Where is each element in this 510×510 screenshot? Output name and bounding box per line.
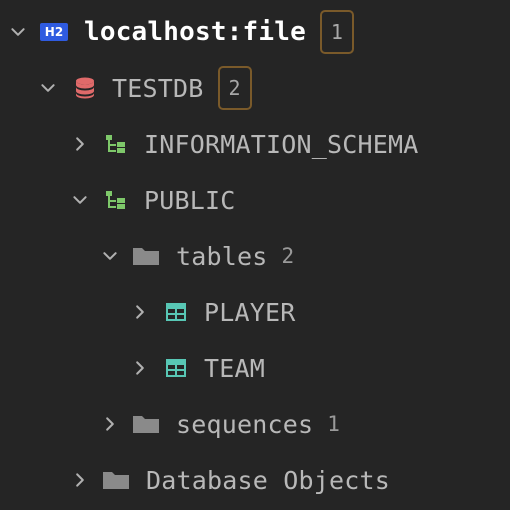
tree-item-connection[interactable]: H2 localhost:file 1	[0, 4, 510, 60]
folder-icon	[132, 244, 160, 268]
connection-label: localhost:file	[84, 17, 306, 47]
schema-icon	[104, 188, 128, 212]
folder-icon	[132, 412, 160, 436]
folder-icon	[102, 468, 130, 492]
chevron-down-icon[interactable]	[70, 190, 90, 210]
tree-item-sequences-folder[interactable]: sequences 1	[0, 396, 510, 452]
tree-item-schema[interactable]: PUBLIC	[0, 172, 510, 228]
folder-label: tables	[176, 241, 268, 271]
folder-count: 1	[327, 412, 340, 436]
connection-badge: 1	[319, 10, 354, 54]
database-badge: 2	[217, 66, 252, 110]
table-icon	[164, 300, 188, 324]
tree-item-table[interactable]: TEAM	[0, 340, 510, 396]
chevron-down-icon[interactable]	[38, 78, 58, 98]
table-label: PLAYER	[204, 297, 296, 327]
chevron-right-icon[interactable]	[70, 134, 90, 154]
chevron-right-icon[interactable]	[130, 302, 150, 322]
tree-item-table[interactable]: PLAYER	[0, 284, 510, 340]
folder-label: sequences	[176, 409, 314, 439]
chevron-right-icon[interactable]	[130, 358, 150, 378]
schema-icon	[104, 132, 128, 156]
chevron-right-icon[interactable]	[100, 414, 120, 434]
chevron-down-icon[interactable]	[100, 246, 120, 266]
chevron-down-icon[interactable]	[8, 22, 28, 42]
database-icon	[74, 76, 96, 100]
tree-item-tables-folder[interactable]: tables 2	[0, 228, 510, 284]
tree-item-schema[interactable]: INFORMATION_SCHEMA	[0, 116, 510, 172]
database-tree: H2 localhost:file 1 TESTDB 2 INFORMATION…	[0, 0, 510, 510]
schema-label: PUBLIC	[144, 185, 236, 215]
chevron-right-icon[interactable]	[70, 470, 90, 490]
h2-icon-text: H2	[40, 23, 68, 41]
table-icon	[164, 356, 188, 380]
tree-item-database[interactable]: TESTDB 2	[0, 60, 510, 116]
h2-icon: H2	[40, 20, 68, 44]
table-label: TEAM	[204, 353, 266, 383]
schema-label: INFORMATION_SCHEMA	[144, 129, 419, 159]
tree-item-database-objects[interactable]: Database Objects	[0, 452, 510, 508]
folder-label: Database Objects	[146, 465, 391, 495]
folder-count: 2	[281, 244, 295, 268]
database-label: TESTDB	[112, 73, 204, 103]
